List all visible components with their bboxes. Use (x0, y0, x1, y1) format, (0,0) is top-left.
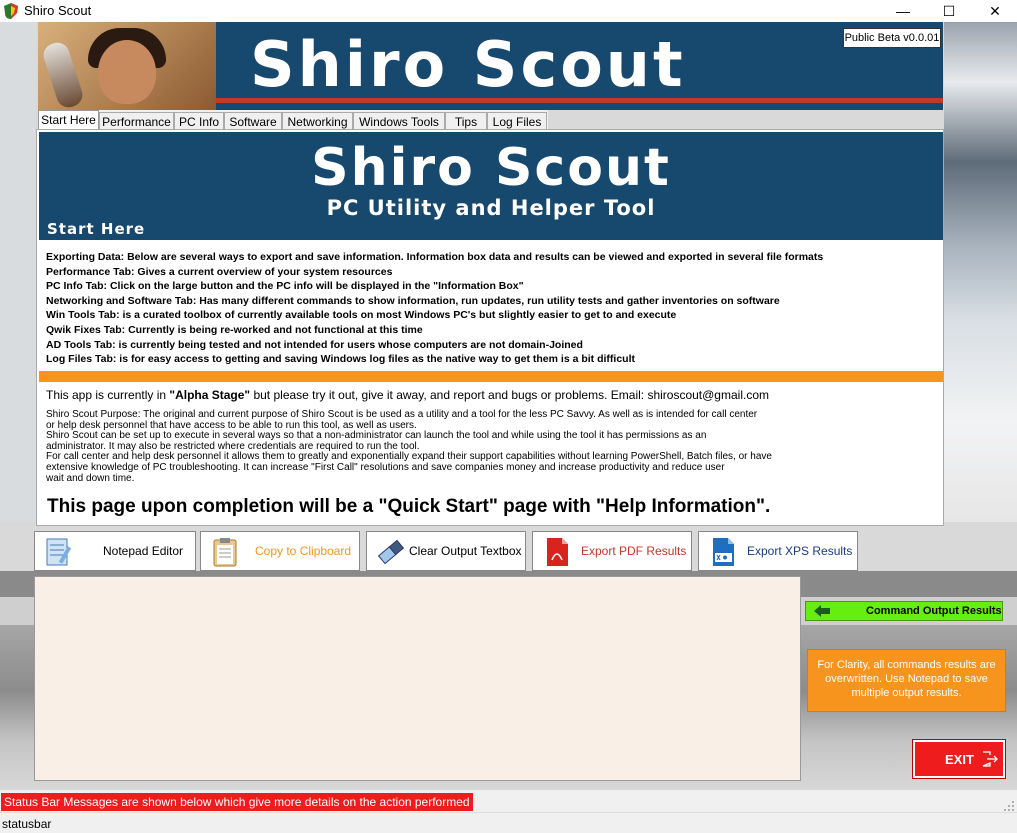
banner-stripe (216, 98, 943, 103)
purpose-line: extensive knowledge of PC troubleshootin… (46, 461, 725, 473)
info-line: Log Files Tab: is for easy access to get… (46, 353, 635, 366)
alpha-suffix: but please try it out, give it away, and… (250, 388, 769, 402)
tab-windows-tools[interactable]: Windows Tools (353, 112, 445, 130)
close-button[interactable]: ✕ (972, 0, 1017, 22)
clear-output-button[interactable]: Clear Output Textbox (366, 531, 526, 571)
copy-to-clipboard-button[interactable]: Copy to Clipboard (200, 531, 360, 571)
tab-start-here[interactable]: Start Here (38, 110, 99, 130)
status-bar: statusbar (0, 812, 1017, 833)
tab-strip: Start Here Performance PC Info Software … (38, 110, 548, 130)
start-page-subtitle: PC Utility and Helper Tool (326, 196, 656, 220)
pdf-file-icon (547, 538, 568, 566)
section-label: Start Here (47, 220, 146, 238)
title-bar: Shiro Scout — ☐ ✕ (0, 0, 1017, 22)
status-bar-text: statusbar (2, 817, 52, 831)
eraser-icon (377, 539, 405, 565)
info-line: PC Info Tab: Click on the large button a… (46, 280, 524, 293)
command-output-textbox[interactable] (34, 576, 801, 781)
info-line: Exporting Data: Below are several ways t… (46, 251, 824, 263)
clarity-note: For Clarity, all commands results are ov… (807, 649, 1006, 712)
command-output-label: Command Output Results (805, 601, 1003, 621)
start-page-title: Shiro Scout (311, 138, 671, 198)
info-line: Qwik Fixes Tab: Currently is being re-wo… (46, 323, 423, 336)
arrow-left-icon (814, 605, 830, 617)
left-background (0, 22, 36, 522)
copy-to-clipboard-label: Copy to Clipboard (255, 544, 352, 558)
exit-door-icon (982, 751, 998, 767)
tab-networking[interactable]: Networking (282, 112, 353, 130)
purpose-text: Shiro Scout Purpose: The original and cu… (46, 409, 936, 484)
mascot-avatar (38, 22, 216, 110)
header-banner: Shiro Scout (38, 22, 943, 110)
tab-software[interactable]: Software (224, 112, 282, 130)
export-pdf-button[interactable]: Export PDF Results (532, 531, 692, 571)
notepad-icon (46, 538, 72, 566)
xps-file-icon (713, 538, 734, 566)
status-message: Status Bar Messages are shown below whic… (1, 793, 473, 811)
tab-log-files[interactable]: Log Files (487, 112, 547, 130)
start-page-banner: Shiro Scout PC Utility and Helper Tool S… (39, 132, 943, 240)
quick-start-heading: This page upon completion will be a "Qui… (47, 496, 771, 517)
orange-divider (39, 371, 943, 382)
version-badge: Public Beta v0.0.01 (843, 28, 941, 48)
feather-decoration (40, 39, 86, 110)
avatar-face (98, 40, 156, 104)
exit-button[interactable]: EXIT (912, 739, 1006, 779)
maximize-button[interactable]: ☐ (926, 0, 972, 22)
purpose-line: wait and down time. (46, 472, 135, 484)
alpha-stage: "Alpha Stage" (169, 388, 251, 402)
start-here-panel: Shiro Scout PC Utility and Helper Tool S… (36, 129, 944, 526)
command-output-text: Command Output Results (866, 605, 1002, 617)
export-xps-button[interactable]: Export XPS Results (698, 531, 858, 571)
tab-pc-info[interactable]: PC Info (174, 112, 224, 130)
shield-app-icon (4, 3, 18, 19)
exit-label: EXIT (945, 752, 974, 767)
clipboard-icon (213, 538, 237, 567)
info-line: AD Tools Tab: is currently being tested … (46, 338, 583, 351)
info-line: Performance Tab: Gives a current overvie… (46, 265, 393, 278)
info-line: Win Tools Tab: is a curated toolbox of c… (46, 309, 677, 322)
info-line: Networking and Software Tab: Has many di… (46, 294, 780, 307)
export-pdf-label: Export PDF Results (581, 544, 687, 558)
alpha-stage-notice: This app is currently in "Alpha Stage" b… (46, 388, 769, 402)
tab-tips[interactable]: Tips (445, 112, 487, 130)
notepad-editor-button[interactable]: Notepad Editor (34, 531, 196, 571)
banner-title: Shiro Scout (250, 28, 686, 101)
info-lines: Exporting Data: Below are several ways t… (46, 250, 936, 367)
resize-grip-icon[interactable] (1003, 800, 1015, 812)
window-title: Shiro Scout (24, 3, 92, 18)
export-xps-label: Export XPS Results (747, 544, 853, 558)
purpose-line: Shiro Scout Purpose: The original and cu… (46, 409, 758, 420)
tab-performance[interactable]: Performance (99, 112, 174, 130)
clear-output-label: Clear Output Textbox (409, 544, 522, 558)
minimize-button[interactable]: — (880, 0, 926, 22)
notepad-editor-label: Notepad Editor (103, 544, 184, 558)
right-background (944, 22, 1017, 522)
alpha-prefix: This app is currently in (46, 388, 170, 402)
